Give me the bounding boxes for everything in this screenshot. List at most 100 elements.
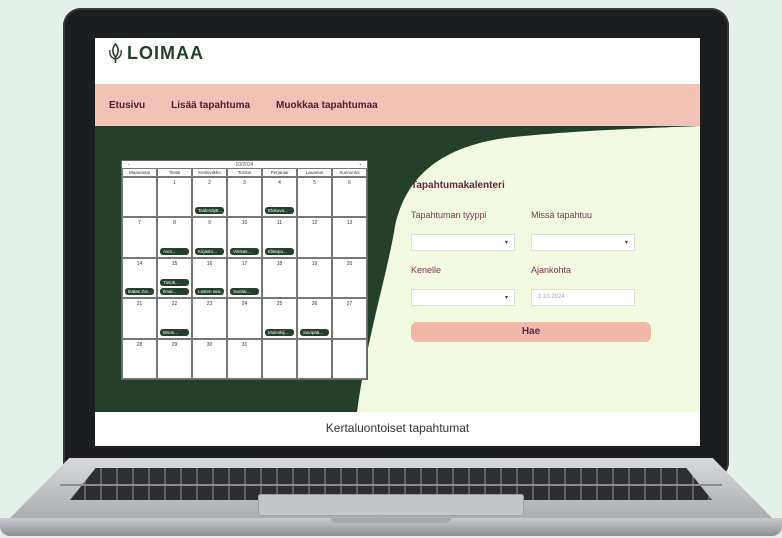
search-button[interactable]: Hae	[411, 322, 651, 342]
brand-name: LOIMAA	[127, 42, 204, 63]
laptop-screen: LOIMAA Etusivu Lisää tapahtuma Muokkaa t…	[95, 38, 700, 446]
calendar-event[interactable]: Kirjasto...	[195, 247, 224, 255]
calendar-day-cell	[297, 338, 332, 379]
calendar-event[interactable]: Elokuva...	[265, 207, 294, 215]
calendar-day-cell[interactable]: 26 Savipää...	[297, 298, 332, 339]
day-number: 1	[173, 180, 176, 186]
calendar-grid: Maanantai Tiistai Keskiviikko Torstai Perjan…	[122, 168, 367, 379]
weekday-header: Lauantai	[297, 168, 332, 177]
nav-item-lisaa-tapahtuma[interactable]: Lisää tapahtuma	[171, 100, 250, 111]
calendar-event[interactable]: Mulenkij...	[265, 328, 294, 336]
time-label: Ajankohta	[531, 265, 572, 275]
weekday-header: Sunnuntai	[332, 168, 367, 177]
cream-blob	[357, 126, 700, 412]
calendar-event[interactable]: Viinitas...	[230, 247, 259, 255]
nav-item-etusivu[interactable]: Etusivu	[109, 100, 145, 111]
calendar-day-cell[interactable]: 3	[227, 177, 262, 218]
calendar-event[interactable]: Taidenäytt...	[195, 207, 224, 215]
day-number: 5	[313, 180, 316, 186]
calendar-day-cell[interactable]: 11 Eläinpu...	[262, 217, 297, 258]
day-number: 14	[136, 260, 143, 267]
calendar-day-cell[interactable]: 30	[192, 338, 227, 379]
day-number: 7	[138, 220, 141, 227]
site-logo[interactable]: LOIMAA	[107, 42, 204, 64]
calendar-event[interactable]: Lasten sea...	[195, 288, 224, 296]
calendar-day-cell[interactable]: 7	[122, 217, 157, 258]
calendar-day-cell[interactable]: 4 Elokuva...	[262, 177, 297, 218]
day-number: 2	[208, 180, 211, 186]
date-input[interactable]: 1.10.2024	[531, 289, 635, 306]
calendar-day-cell[interactable]: 16 Lasten sea...	[192, 257, 227, 299]
hero-section: ‹ 10/2024 › Maanantai Tiistai Keskiviikko T…	[95, 126, 700, 412]
day-number: 6	[348, 180, 351, 186]
day-number: 23	[206, 301, 213, 308]
calendar-day-cell[interactable]: 28	[122, 338, 157, 379]
calendar-day-cell	[332, 338, 367, 379]
calendar-day-cell[interactable]: 10 Viinitas...	[227, 217, 262, 258]
calendar-day-cell[interactable]: 27	[332, 298, 367, 339]
calendar-day-cell[interactable]: 2 Taidenäytt...	[192, 177, 227, 218]
day-number: 3	[243, 180, 246, 186]
day-number: 10	[241, 220, 248, 227]
calendar-day-cell	[122, 177, 157, 218]
calendar-header: ‹ 10/2024 ›	[122, 161, 367, 168]
type-select[interactable]: ▾	[411, 234, 515, 251]
calendar-event[interactable]: Tietok...	[160, 279, 189, 287]
day-number: 25	[276, 301, 283, 308]
calendar-day-cell[interactable]: 25 Mulenkij...	[262, 298, 297, 339]
event-calendar: ‹ 10/2024 › Maanantai Tiistai Keskiviikko T…	[121, 160, 368, 380]
calendar-day-cell[interactable]: 19	[297, 257, 332, 299]
day-number: 26	[311, 301, 318, 308]
day-number: 9	[208, 220, 211, 227]
place-select[interactable]: ▾	[531, 234, 635, 251]
day-number: 17	[241, 260, 248, 267]
calendar-day-cell[interactable]: 31	[227, 338, 262, 379]
calendar-event[interactable]: Savipää...	[300, 328, 329, 336]
audience-select[interactable]: ▾	[411, 289, 515, 306]
calendar-day-cell[interactable]: 21	[122, 298, 157, 339]
calendar-day-cell[interactable]: 15 Tietok... Ilmai...	[157, 257, 192, 299]
day-number: 30	[206, 341, 213, 348]
day-number: 27	[346, 301, 353, 308]
calendar-event[interactable]: Suistai...	[230, 288, 259, 296]
calendar-day-cell[interactable]: 24	[227, 298, 262, 339]
day-number: 18	[276, 260, 283, 267]
prev-month-button[interactable]: ‹	[128, 162, 130, 168]
day-number: 29	[171, 341, 178, 348]
place-label: Missä tapahtuu	[531, 210, 593, 220]
calendar-day-cell[interactable]: 23	[192, 298, 227, 339]
day-number: 12	[311, 220, 318, 227]
calendar-day-cell[interactable]: 22 Bison...	[157, 298, 192, 339]
next-month-button[interactable]: ›	[359, 162, 361, 168]
chevron-down-icon: ▾	[504, 295, 508, 301]
calendar-day-cell[interactable]: 9 Kirjasto...	[192, 217, 227, 258]
nav-item-muokkaa-tapahtumaa[interactable]: Muokkaa tapahtumaa	[276, 100, 378, 111]
calendar-day-cell[interactable]: 1	[157, 177, 192, 218]
calendar-day-cell[interactable]: 13	[332, 217, 367, 258]
weekday-header: Tiistai	[157, 168, 192, 177]
calendar-day-cell[interactable]: 5	[297, 177, 332, 218]
calendar-day-cell[interactable]: 12	[297, 217, 332, 258]
day-number: 24	[241, 301, 248, 308]
calendar-event[interactable]: Bison...	[160, 328, 189, 336]
calendar-event[interactable]: Ilmai...	[160, 288, 189, 296]
calendar-day-cell[interactable]: 6	[332, 177, 367, 218]
calendar-event[interactable]: Avoi...	[160, 247, 189, 255]
calendar-event[interactable]: Eläinpu...	[265, 247, 294, 255]
calendar-day-cell[interactable]: 29	[157, 338, 192, 379]
day-number: 20	[346, 260, 353, 267]
calendar-day-cell	[262, 338, 297, 379]
day-number: 28	[136, 341, 143, 348]
calendar-day-cell[interactable]: 8 Avoi...	[157, 217, 192, 258]
day-number: 11	[276, 220, 283, 227]
calendar-day-cell[interactable]: 18	[262, 257, 297, 299]
weekday-header: Perjantai	[262, 168, 297, 177]
day-number: 13	[346, 220, 353, 227]
day-number: 15	[171, 260, 178, 267]
calendar-event[interactable]: Ikätas Zor...	[125, 288, 154, 296]
leaf-emblem-icon	[109, 42, 122, 63]
calendar-day-cell[interactable]: 20	[332, 257, 367, 299]
calendar-day-cell[interactable]: 14 Ikätas Zor...	[122, 257, 157, 299]
calendar-day-cell[interactable]: 17 Suistai...	[227, 257, 262, 299]
chevron-down-icon: ▾	[624, 240, 628, 246]
